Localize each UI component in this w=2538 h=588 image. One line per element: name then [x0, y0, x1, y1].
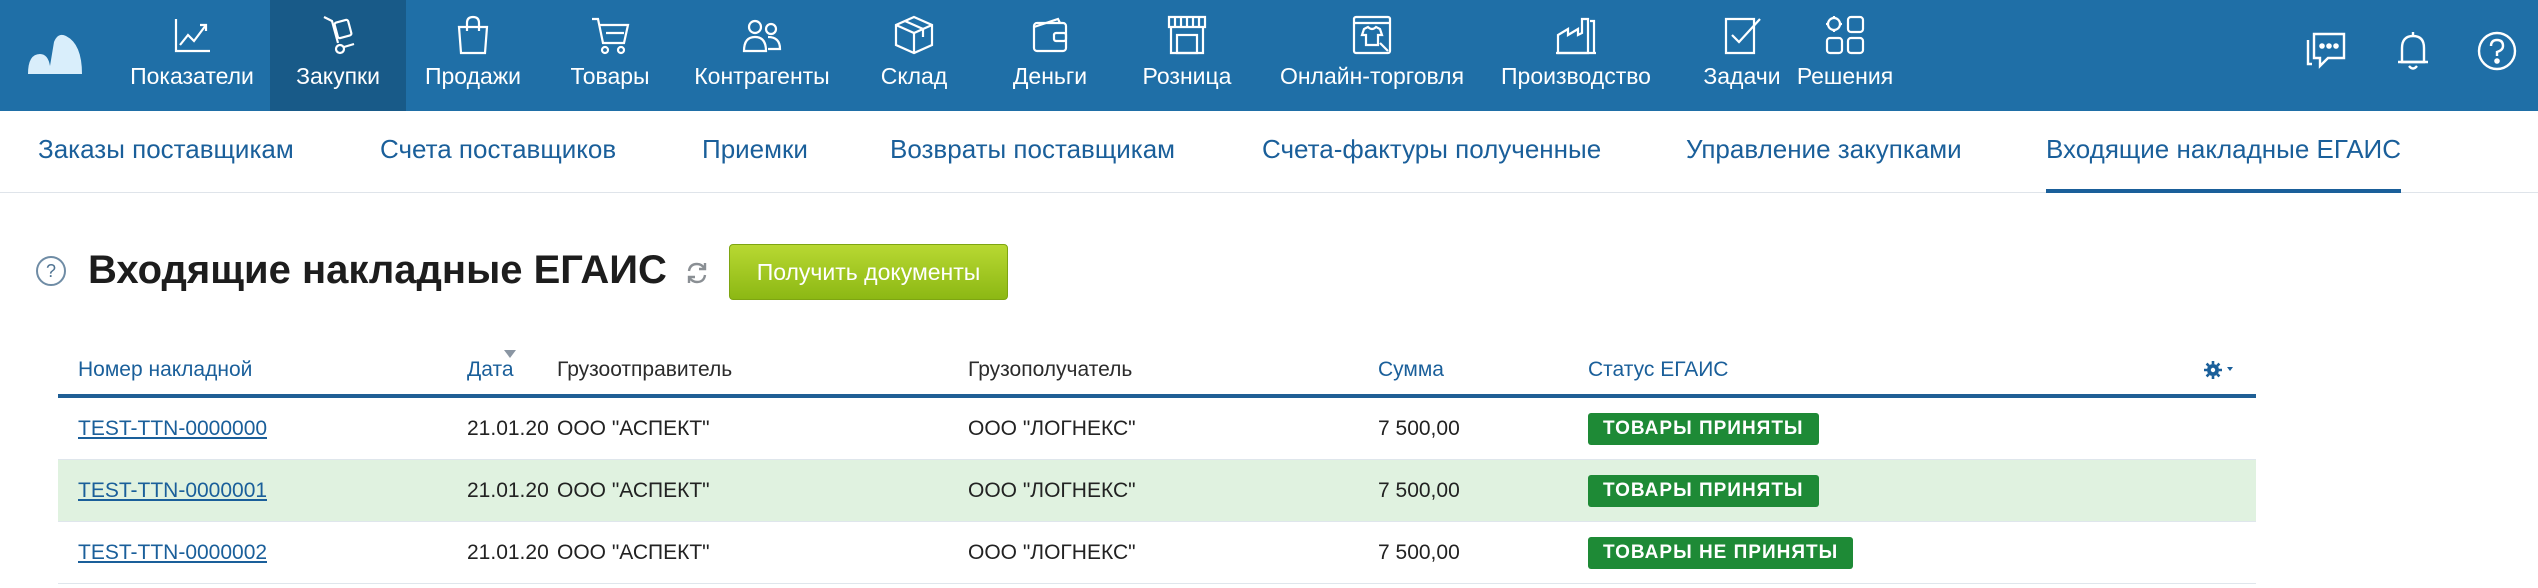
people-icon — [742, 19, 782, 53]
cell-consignee: ООО "ЛОГНЕКС" — [968, 479, 1136, 502]
nav-label: Контрагенты — [694, 63, 830, 89]
subnav-zakazy-postavshchikam[interactable]: Заказы поставщикам — [38, 111, 294, 193]
nav-item-dengi[interactable]: Деньги — [988, 0, 1112, 111]
column-header-consignee: Грузополучатель — [968, 358, 1133, 381]
subnav-vozvraty-postavshchikam[interactable]: Возвраты поставщикам — [890, 111, 1175, 193]
nav-label: Закупки — [296, 63, 380, 89]
cell-number[interactable]: TEST-TTN-0000001 — [78, 460, 267, 521]
cell-number[interactable]: TEST-TTN-0000002 — [78, 522, 267, 583]
nav-item-roznitsa[interactable]: Розница — [1126, 0, 1248, 111]
apps-grid-icon — [1825, 15, 1865, 55]
cell-sum: 7 500,00 — [1378, 417, 1460, 440]
online-store-icon — [1352, 15, 1392, 55]
cart-icon — [592, 17, 630, 55]
hand-truck-icon — [323, 16, 355, 55]
bell-icon[interactable] — [2390, 28, 2436, 74]
table-row[interactable]: TEST-TTN-0000002 21.01.20 ООО "АСПЕКТ" О… — [58, 522, 2256, 584]
moysklad-logo[interactable] — [26, 30, 84, 78]
subnav-upravlenie-zakupkami[interactable]: Управление закупками — [1686, 111, 1962, 193]
top-navigation-bar: Показатели Закупки Продажи Товары Контра… — [0, 0, 2538, 111]
chart-line-icon — [174, 19, 210, 53]
nav-label: Деньги — [1012, 63, 1088, 89]
nav-label: Задачи — [1703, 63, 1781, 89]
page-help-icon[interactable]: ? — [36, 256, 66, 286]
shopping-bag-icon — [457, 15, 489, 55]
status-badge: ТОВАРЫ ПРИНЯТЫ — [1588, 413, 1819, 445]
status-badge: ТОВАРЫ ПРИНЯТЫ — [1588, 475, 1819, 507]
sub-navigation: Заказы поставщикам Счета поставщиков При… — [0, 111, 2538, 193]
cell-number[interactable]: TEST-TTN-0000000 — [78, 398, 267, 459]
nav-item-pokazateli[interactable]: Показатели — [118, 0, 266, 111]
column-header-date[interactable]: Дата — [467, 358, 514, 382]
chat-icon[interactable] — [2304, 28, 2350, 74]
nav-item-kontragenty[interactable]: Контрагенты — [684, 0, 840, 111]
table-row[interactable]: TEST-TTN-0000000 21.01.20 ООО "АСПЕКТ" О… — [58, 398, 2256, 460]
table-row[interactable]: TEST-TTN-0000001 21.01.20 ООО "АСПЕКТ" О… — [58, 460, 2256, 522]
help-icon[interactable] — [2474, 28, 2520, 74]
nav-item-prodazhi[interactable]: Продажи — [410, 0, 536, 111]
nav-item-tovary[interactable]: Товары — [546, 0, 674, 111]
cell-sum: 7 500,00 — [1378, 479, 1460, 502]
nav-label: Розница — [1142, 63, 1232, 89]
nav-label: Решения — [1796, 63, 1894, 89]
subnav-scheta-faktury-poluchennye[interactable]: Счета-фактуры полученные — [1262, 111, 1601, 193]
column-header-number[interactable]: Номер накладной — [78, 358, 252, 382]
nav-item-resheniya[interactable]: Решения — [1796, 0, 1894, 111]
column-header-shipper: Грузоотправитель — [557, 358, 733, 381]
nav-label: Склад — [880, 63, 948, 89]
nav-label: Производство — [1501, 63, 1651, 89]
subnav-priemki[interactable]: Приемки — [702, 111, 808, 193]
subnav-vhodyashchie-nakladnye-egais[interactable]: Входящие накладные ЕГАИС — [2046, 111, 2401, 193]
nav-label: Товары — [570, 63, 650, 89]
cell-date: 21.01.20 — [467, 541, 549, 564]
nav-label: Онлайн-торговля — [1279, 63, 1465, 89]
cell-shipper: ООО "АСПЕКТ" — [557, 541, 710, 564]
cell-consignee: ООО "ЛОГНЕКС" — [968, 541, 1136, 564]
column-header-sum[interactable]: Сумма — [1378, 358, 1444, 382]
table-header: Номер накладной Дата Грузоотправитель Гр… — [58, 350, 2256, 398]
invoices-table: Номер накладной Дата Грузоотправитель Гр… — [58, 350, 2256, 584]
cell-sum: 7 500,00 — [1378, 541, 1460, 564]
wallet-icon — [1032, 17, 1068, 53]
get-documents-button[interactable]: Получить документы — [729, 244, 1008, 300]
invoice-link[interactable]: TEST-TTN-0000002 — [78, 541, 267, 564]
invoice-link[interactable]: TEST-TTN-0000000 — [78, 417, 267, 440]
cell-date: 21.01.20 — [467, 479, 549, 502]
subnav-scheta-postavshchikov[interactable]: Счета поставщиков — [380, 111, 616, 193]
nav-label: Продажи — [424, 63, 522, 89]
cell-consignee: ООО "ЛОГНЕКС" — [968, 417, 1136, 440]
cell-shipper: ООО "АСПЕКТ" — [557, 417, 710, 440]
nav-label: Показатели — [130, 63, 254, 89]
nav-item-onlayn-torgovlya[interactable]: Онлайн-торговля — [1264, 0, 1480, 111]
task-check-icon — [1724, 17, 1761, 55]
page-title: Входящие накладные ЕГАИС — [88, 248, 667, 292]
nav-item-proizvodstvo[interactable]: Производство — [1476, 0, 1676, 111]
cell-shipper: ООО "АСПЕКТ" — [557, 479, 710, 502]
invoice-link[interactable]: TEST-TTN-0000001 — [78, 479, 267, 502]
nav-item-zakupki[interactable]: Закупки — [270, 0, 406, 111]
sort-desc-icon — [504, 350, 516, 358]
box-icon — [894, 15, 934, 55]
column-header-egais-status[interactable]: Статус ЕГАИС — [1588, 358, 1728, 382]
column-settings-gear-icon[interactable] — [2202, 358, 2242, 382]
factory-icon — [1556, 17, 1596, 55]
nav-item-sklad[interactable]: Склад — [856, 0, 972, 111]
cell-date: 21.01.20 — [467, 417, 549, 440]
storefront-icon — [1167, 15, 1207, 55]
nav-item-zadachi[interactable]: Задачи — [1686, 0, 1798, 111]
status-badge: ТОВАРЫ НЕ ПРИНЯТЫ — [1588, 537, 1854, 569]
refresh-icon[interactable] — [684, 260, 710, 286]
